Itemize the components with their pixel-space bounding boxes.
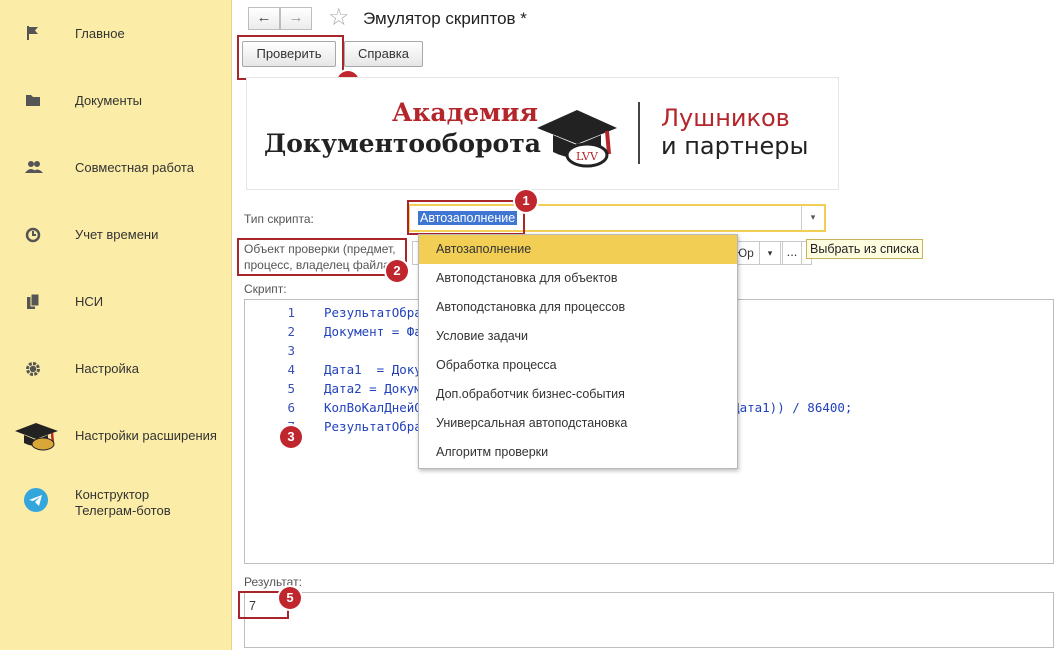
dropdown-option[interactable]: Автоподстановка для объектов (419, 264, 737, 293)
result-field[interactable]: 7 (244, 592, 1054, 648)
sidebar-item-telegram-builder[interactable]: Конструктор Телеграм-ботов (0, 480, 231, 530)
company-logo: Академия Документооборота LVV Лушников и… (246, 77, 839, 190)
annotation-box-2 (237, 238, 407, 276)
favorite-star-icon[interactable]: ☆ (328, 4, 350, 32)
sidebar-item-label: Настройка (75, 361, 139, 376)
script-type-dropdown: Автозаполнение Автоподстановка для объек… (418, 234, 738, 469)
sidebar-item-collaboration[interactable]: Совместная работа (0, 147, 231, 187)
dropdown-option[interactable]: Доп.обработчик бизнес-события (419, 380, 737, 409)
sidebar-item-label: НСИ (75, 294, 104, 309)
logo-text-docflow: Документооборота (264, 129, 541, 158)
sidebar-item-label: Совместная работа (75, 160, 194, 175)
logo-text-partners: и партнеры (661, 132, 809, 160)
sidebar: Главное Документы Совместная работа Учет… (0, 0, 232, 650)
arrow-right-icon: → (288, 9, 304, 26)
script-type-label: Тип скрипта: (244, 212, 314, 226)
graduation-cap-icon (12, 419, 62, 453)
annotation-badge-5: 5 (279, 587, 301, 609)
graduation-cap-logo-icon: LVV (535, 100, 625, 170)
script-label: Скрипт: (244, 282, 287, 296)
sidebar-item-label: Настройки расширения (75, 428, 217, 443)
arrow-left-icon: ← (256, 9, 272, 26)
help-button[interactable]: Справка (344, 41, 423, 67)
sidebar-item-settings[interactable]: Настройка (0, 348, 231, 388)
tooltip: Выбрать из списка (806, 239, 923, 259)
books-icon (24, 293, 50, 311)
sidebar-item-extension-settings[interactable]: Настройки расширения (0, 415, 231, 455)
object-chevron-icon[interactable]: ▾ (759, 241, 781, 265)
annotation-badge-3: 3 (280, 426, 302, 448)
dropdown-option[interactable]: Автозаполнение (419, 235, 737, 264)
users-icon (24, 159, 50, 177)
annotation-box-4 (237, 35, 344, 80)
annotation-box-1 (407, 200, 525, 235)
forward-button[interactable]: → (280, 7, 312, 30)
flag-icon (24, 25, 50, 43)
sidebar-item-label: Конструктор Телеграм-ботов (75, 487, 171, 518)
telegram-icon (24, 488, 50, 512)
dropdown-option[interactable]: Обработка процесса (419, 351, 737, 380)
page-title: Эмулятор скриптов * (363, 9, 527, 28)
dropdown-option[interactable]: Автоподстановка для процессов (419, 293, 737, 322)
sidebar-item-main[interactable]: Главное (0, 13, 231, 53)
logo-divider (638, 102, 640, 164)
sidebar-item-time-tracking[interactable]: Учет времени (0, 214, 231, 254)
sidebar-item-documents[interactable]: Документы (0, 80, 231, 120)
logo-text-academy: Академия (392, 98, 538, 127)
sidebar-item-reference[interactable]: НСИ (0, 281, 231, 321)
logo-seal: LVV (576, 150, 599, 163)
chevron-down-icon[interactable]: ▾ (801, 206, 824, 230)
dropdown-option[interactable]: Универсальная автоподстановка (419, 409, 737, 438)
annotation-badge-2: 2 (386, 260, 408, 282)
sidebar-item-label: Учет времени (75, 227, 159, 242)
gear-icon (24, 360, 50, 378)
sidebar-item-label: Документы (75, 93, 143, 108)
clock-icon (24, 226, 50, 244)
dropdown-option[interactable]: Алгоритм проверки (419, 438, 737, 467)
logo-text-lushnikov: Лушников (661, 104, 790, 132)
annotation-badge-1: 1 (515, 190, 537, 212)
dropdown-option[interactable]: Условие задачи (419, 322, 737, 351)
back-button[interactable]: ← (248, 7, 280, 30)
sidebar-item-label: Главное (75, 26, 125, 41)
main-content: ← → ☆ Эмулятор скриптов * Проверить Спра… (232, 0, 1054, 650)
folder-icon (24, 92, 50, 110)
object-select-button[interactable]: ... (782, 241, 802, 265)
